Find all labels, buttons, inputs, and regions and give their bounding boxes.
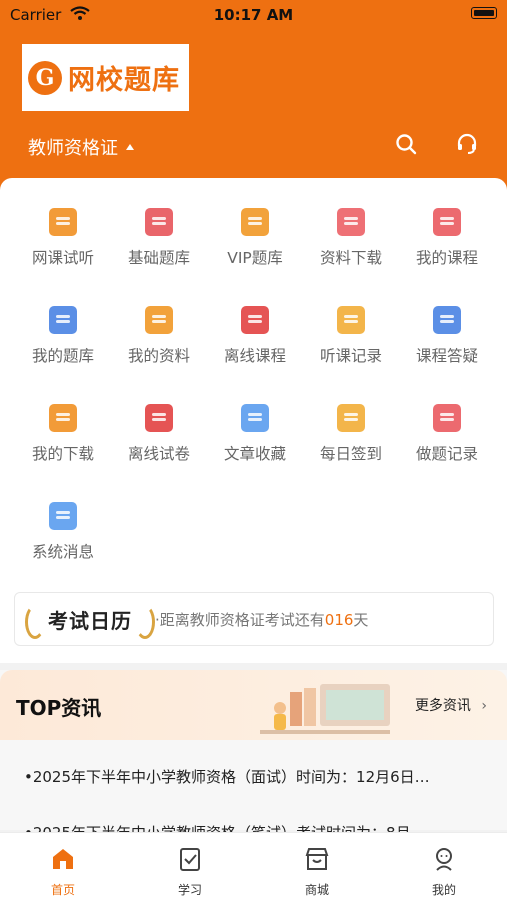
- countdown-suffix: 天: [353, 611, 369, 629]
- menu-item-label: 我的题库: [31, 347, 94, 365]
- message-icon: [49, 502, 77, 530]
- more-news-link[interactable]: 更多资讯 ›: [415, 695, 487, 715]
- countdown-days: 016: [324, 611, 354, 629]
- exercise-record-icon: [433, 404, 461, 432]
- tab-store[interactable]: 商城: [254, 833, 380, 901]
- menu-item[interactable]: VIP题库: [206, 194, 304, 284]
- status-bar: Carrier 10:17 AM: [0, 0, 507, 30]
- question-icon: [433, 306, 461, 334]
- checkin-icon: [337, 404, 365, 432]
- menu-item[interactable]: 每日签到: [302, 390, 400, 480]
- menu-item-label: 我的下载: [31, 445, 94, 463]
- tab-profile[interactable]: 我的: [381, 833, 507, 901]
- books-icon: [145, 208, 173, 236]
- menu-item-label: 做题记录: [415, 445, 478, 463]
- document-icon: [145, 306, 173, 334]
- menu-item[interactable]: 课程答疑: [398, 292, 496, 382]
- menu-item-label: 每日签到: [319, 445, 382, 463]
- exam-countdown: ·距离教师资格证考试还有016天: [155, 609, 368, 630]
- record-note-icon: [337, 306, 365, 334]
- tab-study-label: 学习: [177, 883, 202, 897]
- clock: 10:17 AM: [213, 6, 294, 24]
- chevron-right-icon: ›: [481, 698, 487, 714]
- menu-item-label: 网课试听: [31, 249, 94, 267]
- menu-item-label: 听课记录: [319, 347, 382, 365]
- exam-calendar-badge: 考试日历: [25, 601, 155, 639]
- app-logo: G 网校题库: [22, 44, 189, 111]
- menu-item-label: 我的课程: [415, 249, 478, 267]
- subject-label: 教师资格证: [28, 138, 118, 159]
- menu-item[interactable]: 基础题库: [110, 194, 208, 284]
- logo-text: 网校题库: [68, 65, 180, 96]
- classroom-illustration-icon: [260, 684, 390, 734]
- download-icon: [49, 404, 77, 432]
- subject-selector[interactable]: 教师资格证: [28, 134, 134, 160]
- tab-store-label: 商城: [304, 883, 329, 897]
- menu-item[interactable]: 离线试卷: [110, 390, 208, 480]
- menu-item[interactable]: 系统消息: [14, 488, 112, 578]
- menu-item[interactable]: 我的下载: [14, 390, 112, 480]
- home-icon: [53, 849, 73, 869]
- customer-service-icon[interactable]: [455, 132, 479, 156]
- tab-home[interactable]: 首页: [0, 833, 126, 901]
- menu-item[interactable]: 资料下载: [302, 194, 400, 284]
- menu-item-label: 基础题库: [127, 249, 190, 267]
- menu-item-label: VIP题库: [227, 249, 283, 267]
- menu-item[interactable]: 离线课程: [206, 292, 304, 382]
- tab-profile-label: 我的: [431, 883, 456, 897]
- offline-screen-icon: [241, 306, 269, 334]
- list-icon: [49, 306, 77, 334]
- header: Carrier 10:17 AM G 网校题库 教师资格证: [0, 0, 507, 205]
- countdown-prefix: ·距离教师资格证考试还有: [155, 611, 325, 629]
- exam-calendar-banner[interactable]: 考试日历 ·距离教师资格证考试还有016天: [14, 592, 494, 646]
- tab-study[interactable]: 学习: [127, 833, 253, 901]
- news-item[interactable]: •2025年下半年中小学教师资格（面试）时间为：12月6日…: [24, 766, 486, 787]
- laurel-right-icon: [135, 605, 155, 639]
- menu-item[interactable]: 网课试听: [14, 194, 112, 284]
- profile-icon: [436, 848, 452, 871]
- video-lecture-icon: [49, 208, 77, 236]
- paper-stack-icon: [145, 404, 173, 432]
- cube-icon: [241, 404, 269, 432]
- vip-ticket-icon: [241, 208, 269, 236]
- menu-item[interactable]: 文章收藏: [206, 390, 304, 480]
- store-icon: [305, 848, 329, 870]
- tab-home-label: 首页: [50, 883, 75, 897]
- study-checklist-icon: [180, 848, 200, 871]
- menu-item-label: 我的资料: [127, 347, 190, 365]
- laurel-left-icon: [25, 605, 45, 639]
- news-section: TOP资讯 更多资讯 › •2025年下半年中小学教师资格（面试）时间为：12月…: [0, 670, 507, 842]
- search-icon[interactable]: [394, 132, 418, 156]
- open-book-icon: [433, 208, 461, 236]
- menu-item[interactable]: 我的资料: [110, 292, 208, 382]
- menu-item-label: 离线试卷: [127, 445, 190, 463]
- caret-up-icon: [126, 144, 134, 150]
- menu-item[interactable]: 我的题库: [14, 292, 112, 382]
- menu-item[interactable]: 做题记录: [398, 390, 496, 480]
- menu-item[interactable]: 我的课程: [398, 194, 496, 284]
- menu-item-label: 系统消息: [31, 543, 94, 561]
- more-news-label: 更多资讯: [414, 698, 471, 714]
- menu-item-label: 资料下载: [319, 249, 382, 267]
- menu-card: 网课试听 基础题库 VIP题库 资料下载 我的课程我的题库 我的资料 离线课程 听课记录 课程答…: [0, 178, 507, 663]
- menu-item-label: 文章收藏: [223, 445, 286, 463]
- news-header: TOP资讯 更多资讯 ›: [0, 670, 507, 740]
- tab-bar: 首页 学习 商城 我的: [0, 832, 507, 901]
- news-title: TOP资讯: [16, 696, 102, 720]
- menu-item[interactable]: 听课记录: [302, 292, 400, 382]
- menu-item-label: 课程答疑: [415, 347, 478, 365]
- download-tray-icon: [337, 208, 365, 236]
- exam-calendar-title: 考试日历: [48, 608, 132, 633]
- menu-item-label: 离线课程: [223, 347, 286, 365]
- battery-icon: [471, 7, 497, 19]
- logo-mark-icon: G: [28, 60, 62, 95]
